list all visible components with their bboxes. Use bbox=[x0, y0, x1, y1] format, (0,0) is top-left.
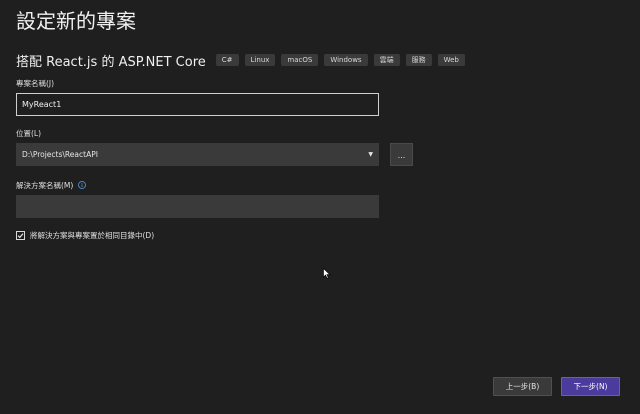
location-select[interactable]: D:\Projects\ReactAPI ▼ bbox=[16, 143, 379, 166]
location-row: D:\Projects\ReactAPI ▼ ... bbox=[16, 143, 624, 166]
project-name-input[interactable] bbox=[16, 93, 379, 116]
dialog-footer: 上一步(B) 下一步(N) bbox=[493, 377, 620, 396]
page-title: 設定新的專案 bbox=[16, 9, 136, 33]
tag-web: Web bbox=[437, 54, 465, 66]
same-directory-checkbox[interactable] bbox=[16, 230, 25, 240]
tag-csharp: C# bbox=[215, 54, 239, 66]
template-name: 搭配 React.js 的 ASP.NET Core bbox=[16, 54, 206, 70]
chevron-down-icon: ▼ bbox=[368, 151, 373, 158]
mouse-pointer-icon bbox=[323, 268, 331, 279]
solution-name-label: 解決方案名稱(M) bbox=[16, 180, 624, 190]
tag-cloud: 雲端 bbox=[373, 54, 400, 66]
tag-windows: Windows bbox=[324, 54, 368, 66]
browse-button[interactable]: ... bbox=[390, 143, 413, 166]
back-button[interactable]: 上一步(B) bbox=[493, 377, 552, 396]
checkmark-icon bbox=[17, 232, 24, 238]
same-directory-option[interactable]: 將解決方案與專案置於相同目錄中(D) bbox=[16, 229, 624, 241]
template-tags: C# Linux macOS Windows 雲端 服務 Web bbox=[215, 54, 465, 66]
location-label: 位置(L) bbox=[16, 128, 42, 138]
tag-macos: macOS bbox=[281, 54, 319, 66]
next-button[interactable]: 下一步(N) bbox=[561, 377, 620, 396]
info-icon[interactable] bbox=[78, 181, 87, 189]
location-value: D:\Projects\ReactAPI bbox=[22, 150, 98, 159]
template-info-row: 搭配 React.js 的 ASP.NET Core C# Linux macO… bbox=[16, 50, 624, 70]
same-directory-label: 將解決方案與專案置於相同目錄中(D) bbox=[30, 230, 155, 240]
configure-project-dialog: 設定新的專案 搭配 React.js 的 ASP.NET Core C# Lin… bbox=[0, 0, 640, 414]
tag-linux: Linux bbox=[244, 54, 276, 66]
tag-service: 服務 bbox=[405, 54, 432, 66]
project-name-label: 專案名稱(J) bbox=[16, 78, 55, 88]
solution-name-input[interactable] bbox=[16, 195, 379, 218]
